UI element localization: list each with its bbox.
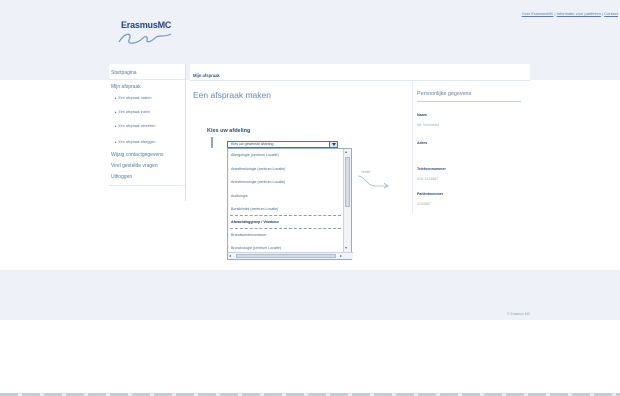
nav-divider [109,185,185,186]
scroll-up-icon[interactable]: ▴ [345,150,347,154]
scroll-left-icon[interactable]: ◂ [229,254,231,258]
nav-wijzig-contactgegevens[interactable]: Wijzig contactgegevens [111,152,164,158]
dropdown-option[interactable]: Audiologie [231,194,248,198]
page-title: Een afspraak maken [193,90,271,100]
option-separator [230,228,341,229]
next-label[interactable]: Verder [361,170,370,174]
nav-uitloggen[interactable]: Uitloggen [111,174,132,180]
copyright: © Erasmus MC [507,312,531,316]
option-separator [230,215,341,216]
erasmusmc-logo[interactable]: ErasmusMC [118,20,172,44]
patientnummer-label: Patiëntnummer [417,192,444,196]
personal-details-title: Persoonlijke gegevens [417,91,472,97]
nav-mijn-afspraak[interactable]: Mijn afspraak [111,84,141,90]
telefoon-label: Telefoonnummer [417,167,446,171]
header-link-contact[interactable]: Contact [604,11,618,16]
breadcrumb: Mijn afspraak [193,73,220,78]
logo-text: ErasmusMC [121,20,172,30]
scroll-right-icon[interactable]: ▸ [340,254,342,258]
nav-veel-gestelde-vragen[interactable]: Veel gestelde vragen [111,163,158,169]
dropdown-option-highlighted[interactable]: Afwachtinggroep / Voorkeur [231,220,279,224]
scrollbar-thumb[interactable] [345,157,350,207]
telefoon-value: 010-1234567 [417,177,439,181]
dropdown-option[interactable]: Borstkliniek (centrum Locatie) [231,207,278,211]
vertical-scrollbar[interactable]: ▴ ▾ [343,149,351,253]
nav-sub-afspraak-maken[interactable]: Een afspraak maken [115,96,152,100]
dropdown-option[interactable]: Anesthesiologie (centrum Locatie) [231,167,285,171]
left-nav: Startpagina Mijn afspraak Een afspraak m… [109,64,186,201]
afdeling-dropdown[interactable]: Kies uw gewenste afdeling [227,141,338,148]
dropdown-option[interactable]: Brandwondencentrum [231,233,266,237]
afdeling-options-list[interactable]: Allergologie (centrum Locatie) Anesthesi… [227,148,353,260]
dropdown-selected-value: Kies uw gewenste afdeling [231,142,274,146]
arrow-right-icon [357,175,389,189]
header-links: Over ErasmusMC | Informatie voor patiënt… [521,11,618,16]
dropdown-option[interactable]: Bronchologie (centrum Locatie) [231,246,281,250]
horizontal-scrollbar[interactable]: ◂ ▸ [228,252,353,259]
panel-divider [417,101,521,102]
nav-sub-afspraak-verzetten[interactable]: Een afspraak verzetten [115,124,156,128]
scroll-down-icon[interactable]: ▾ [345,246,347,250]
patientnummer-value: 1234567 [417,202,431,206]
header-link-info[interactable]: Informatie voor patiënten [557,11,601,16]
personal-details-panel: Persoonlijke gegevens Naam Mr. Voorbeeld… [412,81,528,213]
scrollbar-thumb[interactable] [236,254,336,258]
nav-startpagina[interactable]: Startpagina [111,70,137,76]
logo-swash-icon [118,33,172,44]
step-indicator [211,137,213,148]
nav-divider [109,79,185,80]
dropdown-option[interactable]: Allergologie (centrum Locatie) [231,153,279,157]
nav-sub-afspraak-afzeggen[interactable]: Een afspraak afzeggen [115,140,156,144]
adres-label: Adres [417,141,428,145]
nav-sub-afspraak-inzien[interactable]: Een afspraak inzien [115,110,151,114]
header-link-over[interactable]: Over ErasmusMC [522,11,554,16]
dropdown-option[interactable]: Anesthesiologie (centrum Locatie) [231,180,285,184]
section-label: Kies uw afdeling [207,128,251,134]
naam-label: Naam [417,113,427,117]
chevron-down-icon[interactable] [329,142,337,147]
naam-value: Mr. Voorbeeld [417,123,440,127]
